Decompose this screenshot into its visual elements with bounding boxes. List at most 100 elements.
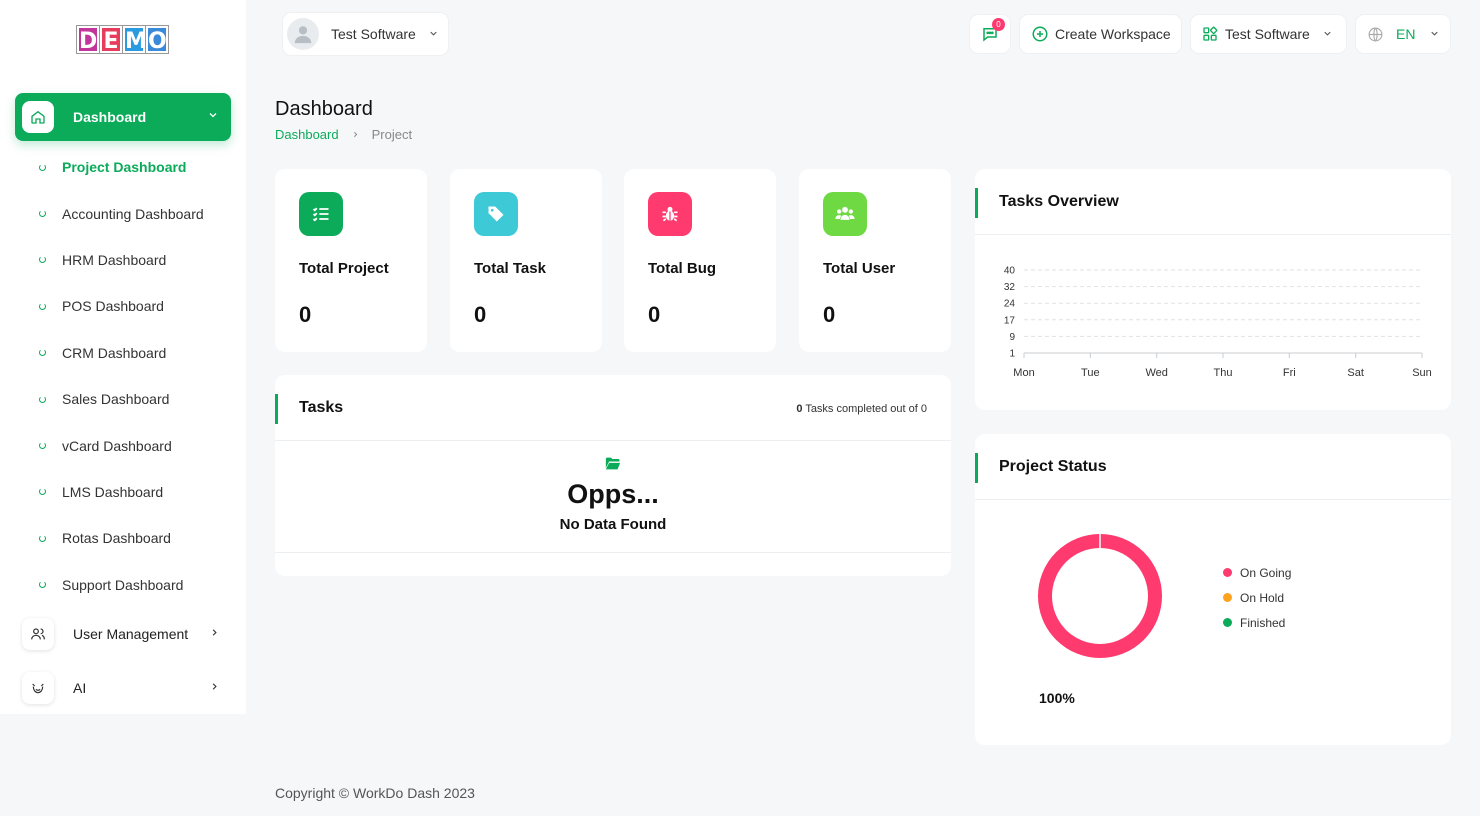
- donut-slice-on-going[interactable]: [1038, 534, 1162, 658]
- x-tick-label: Sun: [1412, 367, 1432, 379]
- legend-label: Finished: [1240, 615, 1286, 630]
- sidebar-item-accounting-dashboard[interactable]: Accounting Dashboard: [0, 190, 246, 236]
- stat-card-total-project: Total Project 0: [275, 169, 427, 352]
- legend-item-on-hold[interactable]: On Hold: [1223, 585, 1291, 610]
- bullet-icon: [39, 163, 46, 171]
- page-title: Dashboard: [275, 98, 373, 120]
- logo-letter: M: [123, 26, 147, 54]
- sidebar-item-lms-dashboard[interactable]: LMS Dashboard: [0, 469, 246, 515]
- accent-bar: [975, 453, 978, 483]
- chevron-down-icon: [207, 108, 219, 126]
- stat-title: Total Task: [474, 260, 546, 277]
- bullet-icon: [39, 581, 46, 589]
- sidebar-item-crm-dashboard[interactable]: CRM Dashboard: [0, 330, 246, 376]
- messages-button[interactable]: 0: [970, 15, 1010, 53]
- chevron-down-icon: [428, 26, 439, 42]
- sidebar-item-pos-dashboard[interactable]: POS Dashboard: [0, 283, 246, 329]
- sidebar-item-hrm-dashboard[interactable]: HRM Dashboard: [0, 237, 246, 283]
- project-status-donut: [1038, 534, 1162, 658]
- language-dropdown[interactable]: EN: [1356, 15, 1450, 53]
- x-tick-label: Tue: [1081, 367, 1100, 379]
- sidebar-item-label: POS Dashboard: [62, 298, 164, 315]
- bullet-icon: [39, 302, 46, 310]
- workspace-name: Test Software: [1225, 26, 1310, 42]
- sidebar-item-label: vCard Dashboard: [62, 437, 172, 454]
- breadcrumb-link-dashboard[interactable]: Dashboard: [275, 127, 339, 142]
- stat-card-total-bug: Total Bug 0: [624, 169, 776, 352]
- legend-label: On Hold: [1240, 590, 1285, 605]
- y-tick-label: 40: [1004, 266, 1016, 277]
- sidebar-item-label: CRM Dashboard: [62, 344, 167, 361]
- bullet-icon: [39, 442, 46, 450]
- status-percent: 100%: [1039, 690, 1075, 706]
- bullet-icon: [39, 349, 46, 357]
- notification-badge: 0: [992, 18, 1005, 31]
- sidebar-item-sales-dashboard[interactable]: Sales Dashboard: [0, 376, 246, 422]
- chevron-right-icon: [209, 625, 220, 643]
- sidebar-item-ai[interactable]: AI: [22, 671, 232, 705]
- card-header: Tasks Overview: [975, 169, 1451, 235]
- legend-item-finished[interactable]: Finished: [1223, 610, 1291, 635]
- demo-logo[interactable]: D E M O: [77, 26, 168, 54]
- y-tick-label: 32: [1004, 282, 1016, 293]
- sidebar-item-label: Rotas Dashboard: [62, 530, 171, 547]
- legend-label: On Going: [1240, 565, 1292, 580]
- sidebar-item-label: AI: [73, 680, 87, 696]
- create-workspace-button[interactable]: Create Workspace: [1020, 15, 1181, 53]
- logo-letter: O: [146, 26, 168, 54]
- create-workspace-label: Create Workspace: [1055, 26, 1171, 42]
- chevron-down-icon: [1322, 26, 1333, 42]
- x-tick-label: Fri: [1283, 367, 1296, 379]
- legend-swatch: [1223, 618, 1232, 627]
- breadcrumb-current: Project: [371, 127, 413, 142]
- sidebar-item-support-dashboard[interactable]: Support Dashboard: [0, 562, 246, 608]
- robot-icon: [22, 672, 54, 704]
- bullet-icon: [39, 395, 46, 403]
- stat-value: 0: [823, 302, 836, 327]
- stat-title: Total Bug: [648, 260, 717, 277]
- users-icon: [823, 192, 867, 236]
- bullet-icon: [39, 256, 46, 264]
- language-label: EN: [1396, 26, 1416, 42]
- user-profile-dropdown[interactable]: Test Software: [283, 13, 448, 55]
- sidebar-item-label: Dashboard: [73, 109, 147, 125]
- sidebar-item-project-dashboard[interactable]: Project Dashboard: [0, 144, 246, 190]
- home-icon: [22, 101, 54, 133]
- legend-swatch: [1223, 568, 1232, 577]
- workspace-dropdown[interactable]: Test Software: [1191, 15, 1346, 53]
- bullet-icon: [39, 534, 46, 542]
- sidebar-item-rotas-dashboard[interactable]: Rotas Dashboard: [0, 515, 246, 561]
- sidebar-item-vcard-dashboard[interactable]: vCard Dashboard: [0, 422, 246, 468]
- globe-icon: [1367, 26, 1384, 43]
- sidebar-item-dashboard[interactable]: Dashboard: [15, 93, 231, 141]
- tasks-completed-summary: 0 Tasks completed out of 0: [796, 403, 927, 415]
- tasks-completed-text: Tasks completed out of 0: [805, 403, 927, 415]
- card-title: Project Status: [999, 457, 1107, 475]
- sidebar-item-label: HRM Dashboard: [62, 251, 167, 268]
- legend-swatch: [1223, 593, 1232, 602]
- sidebar-item-label: Support Dashboard: [62, 576, 184, 593]
- legend-item-on-going[interactable]: On Going: [1223, 560, 1291, 585]
- bug-icon: [648, 192, 692, 236]
- sidebar-item-label: User Management: [73, 626, 189, 642]
- stat-card-total-task: Total Task 0: [450, 169, 602, 352]
- plus-circle-icon: [1031, 25, 1049, 43]
- x-tick-label: Wed: [1145, 367, 1167, 379]
- sidebar-item-user-management[interactable]: User Management: [22, 617, 232, 651]
- stat-value: 0: [474, 302, 487, 327]
- sidebar: D E M O Dashboard Project Dashboard Acco…: [0, 0, 246, 714]
- breadcrumb: Dashboard Project: [275, 127, 412, 142]
- dashboard-submenu: Project Dashboard Accounting Dashboard H…: [0, 144, 246, 608]
- tag-icon: [474, 192, 518, 236]
- bullet-icon: [39, 210, 46, 218]
- accent-bar: [275, 394, 278, 424]
- y-tick-label: 9: [1009, 332, 1015, 343]
- accent-bar: [975, 188, 978, 218]
- footer-copyright: Copyright © WorkDo Dash 2023: [275, 785, 475, 801]
- empty-title: Opps...: [567, 479, 659, 509]
- stat-card-total-user: Total User 0: [799, 169, 951, 352]
- stat-value: 0: [648, 302, 661, 327]
- folder-open-icon: [275, 457, 951, 475]
- sidebar-item-label: LMS Dashboard: [62, 483, 164, 500]
- sidebar-item-label: Accounting Dashboard: [62, 205, 204, 222]
